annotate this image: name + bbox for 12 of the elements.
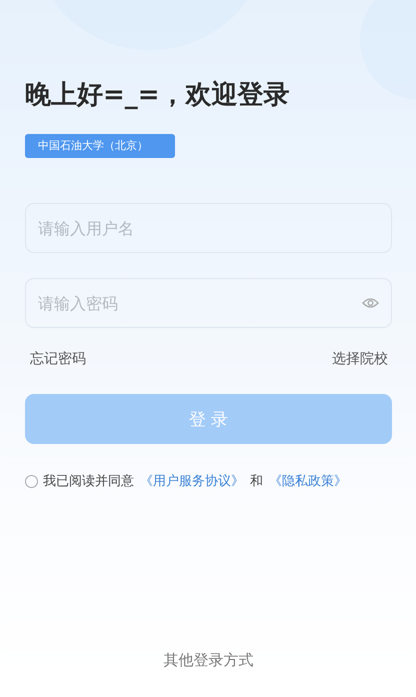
other-login-methods[interactable]: 其他登录方式 [164,651,254,670]
agreement-checkbox[interactable] [25,474,38,488]
password-field[interactable]: 请输入密码 [25,278,392,328]
eye-icon[interactable] [362,297,379,309]
school-badge[interactable]: 中国石油大学（北京） [25,134,175,158]
forgot-password-link[interactable]: 忘记密码 [30,350,86,368]
select-school-link[interactable]: 选择院校 [332,350,388,368]
policy-link[interactable]: 《用户服务协议》 [140,474,244,489]
policy-link[interactable]: 《隐私政策》 [269,474,347,489]
username-field[interactable]: 请输入用户名 [25,203,392,253]
agreement-text: 我已阅读并同意 《用户服务协议》 和 《隐私政策》 [43,473,348,490]
greeting-title: 晚上好=_=，欢迎登录 [25,79,291,112]
